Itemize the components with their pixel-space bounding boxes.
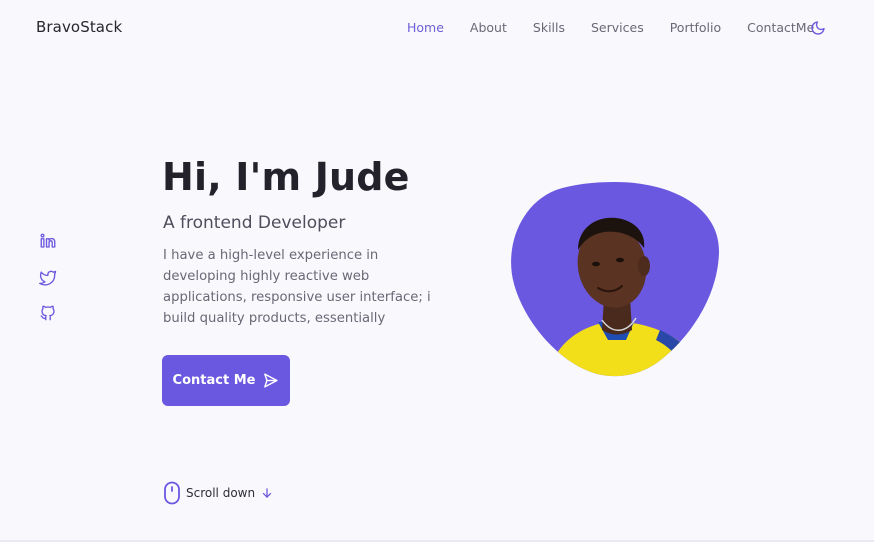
twitter-icon[interactable] [39,268,57,286]
nav-home-link[interactable]: Home [407,20,444,35]
page: BravoStack Home About Skills Services Po… [0,0,874,542]
hero-subtitle: A frontend Developer [163,213,346,233]
scroll-down-link[interactable]: Scroll down [163,481,274,505]
nav-contactme-link[interactable]: ContactMe [747,20,814,35]
nav-portfolio-link[interactable]: Portfolio [670,20,721,35]
hero-title: Hi, I'm Jude [162,155,410,199]
main-nav: Home About Skills Services Portfolio Con… [407,20,840,35]
linkedin-icon[interactable] [39,232,57,250]
moon-icon[interactable] [810,20,826,36]
send-icon [264,373,279,388]
scroll-down-label: Scroll down [186,486,256,500]
mouse-icon [164,481,180,505]
arrow-down-icon [262,488,272,498]
nav-skills-link[interactable]: Skills [533,20,565,35]
contact-me-button[interactable]: Contact Me [162,355,290,406]
hero-description: I have a high-level experience in develo… [163,248,431,326]
github-icon[interactable] [39,304,57,322]
brand-logo[interactable]: BravoStack [36,18,122,36]
profile-avatar [511,182,720,377]
nav-about-link[interactable]: About [470,20,507,35]
social-links [39,232,57,322]
contact-me-label: Contact Me [172,373,256,388]
nav-services-link[interactable]: Services [591,20,644,35]
